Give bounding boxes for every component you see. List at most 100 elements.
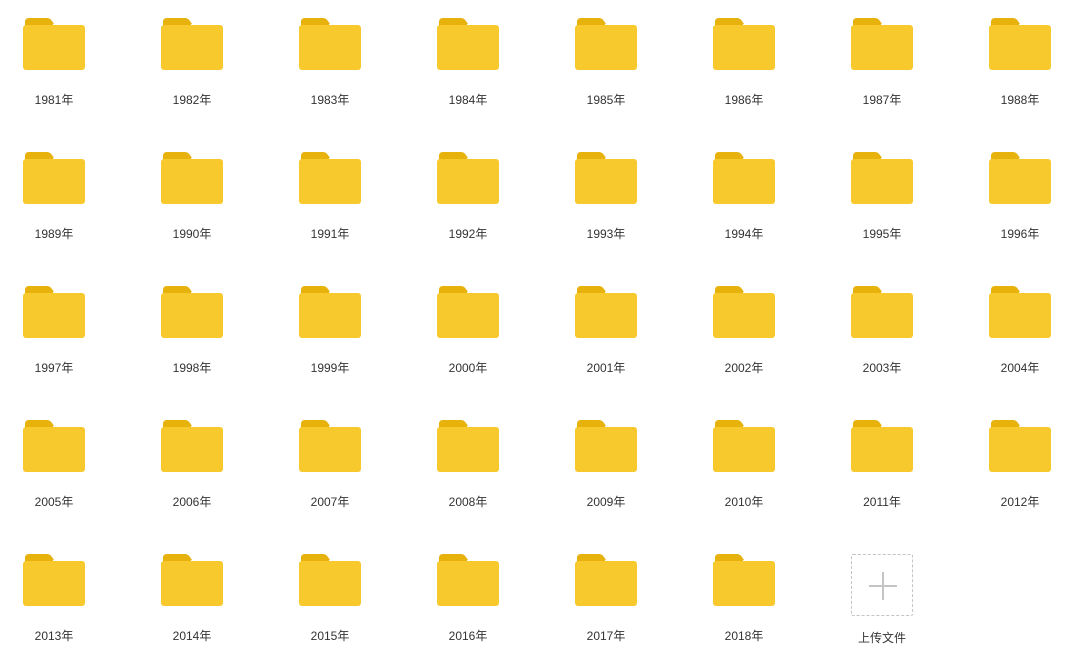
folder-item[interactable]: 1987年 (822, 3, 942, 123)
folder-label: 2013年 (34, 629, 74, 643)
folder-label: 2000年 (448, 361, 488, 375)
folder-label: 1989年 (34, 227, 74, 241)
folder-item[interactable]: 2017年 (546, 539, 666, 659)
folder-item[interactable]: 2013年 (0, 539, 114, 659)
folder-item[interactable]: 2000年 (408, 271, 528, 391)
folder-item[interactable]: 2010年 (684, 405, 804, 525)
upload-dropzone[interactable] (851, 554, 913, 616)
folder-label: 1993年 (586, 227, 626, 241)
folder-icon (437, 152, 499, 204)
folder-item[interactable]: 2015年 (270, 539, 390, 659)
folder-label: 1986年 (724, 93, 764, 107)
folder-item[interactable]: 2007年 (270, 405, 390, 525)
folder-icon (989, 152, 1051, 204)
folder-label: 1988年 (1000, 93, 1040, 107)
folder-label: 2003年 (862, 361, 902, 375)
upload-label: 上传文件 (857, 631, 906, 645)
folder-icon (299, 152, 361, 204)
folder-label: 1985年 (586, 93, 626, 107)
folder-item[interactable]: 1988年 (960, 3, 1080, 123)
folder-icon (437, 286, 499, 338)
folder-icon (575, 286, 637, 338)
folder-label: 2009年 (586, 495, 626, 509)
folder-icon (437, 420, 499, 472)
folder-icon (851, 18, 913, 70)
folder-item[interactable]: 1999年 (270, 271, 390, 391)
folder-item[interactable]: 1993年 (546, 137, 666, 257)
folder-label: 1984年 (448, 93, 488, 107)
folder-label: 2018年 (724, 629, 764, 643)
folder-item[interactable]: 1998年 (132, 271, 252, 391)
folder-item[interactable]: 2005年 (0, 405, 114, 525)
folder-icon (299, 420, 361, 472)
folder-label: 2012年 (1000, 495, 1040, 509)
folder-label: 2002年 (724, 361, 764, 375)
folder-item[interactable]: 1982年 (132, 3, 252, 123)
folder-icon (23, 18, 85, 70)
folder-icon (299, 286, 361, 338)
folder-icon (23, 286, 85, 338)
folder-item[interactable]: 2016年 (408, 539, 528, 659)
folder-icon (437, 554, 499, 606)
folder-item[interactable]: 2004年 (960, 271, 1080, 391)
folder-item[interactable]: 1990年 (132, 137, 252, 257)
folder-item[interactable]: 1985年 (546, 3, 666, 123)
folder-label: 1998年 (172, 361, 212, 375)
folder-item[interactable]: 2001年 (546, 271, 666, 391)
folder-label: 2005年 (34, 495, 74, 509)
folder-icon (161, 152, 223, 204)
folder-icon (851, 286, 913, 338)
folder-label: 1983年 (310, 93, 350, 107)
folder-icon (161, 286, 223, 338)
folder-icon (713, 286, 775, 338)
folder-item[interactable]: 1994年 (684, 137, 804, 257)
folder-label: 1994年 (724, 227, 764, 241)
folder-item[interactable]: 2012年 (960, 405, 1080, 525)
folder-icon (713, 554, 775, 606)
folder-item[interactable]: 1992年 (408, 137, 528, 257)
folder-item[interactable]: 1984年 (408, 3, 528, 123)
folder-item[interactable]: 1996年 (960, 137, 1080, 257)
folder-label: 1996年 (1000, 227, 1040, 241)
folder-item[interactable]: 1986年 (684, 3, 804, 123)
folder-item[interactable]: 1981年 (0, 3, 114, 123)
folder-icon (989, 18, 1051, 70)
folder-item[interactable]: 2018年 (684, 539, 804, 659)
folder-label: 1997年 (34, 361, 74, 375)
folder-label: 1987年 (862, 93, 902, 107)
folder-item[interactable]: 2011年 (822, 405, 942, 525)
plus-icon (869, 572, 897, 600)
folder-label: 1982年 (172, 93, 212, 107)
folder-item[interactable]: 2014年 (132, 539, 252, 659)
folder-label: 2004年 (1000, 361, 1040, 375)
folder-item[interactable]: 2008年 (408, 405, 528, 525)
folder-label: 2017年 (586, 629, 626, 643)
folder-item[interactable]: 1983年 (270, 3, 390, 123)
folder-icon (713, 18, 775, 70)
folder-item[interactable]: 1995年 (822, 137, 942, 257)
folder-icon (713, 420, 775, 472)
folder-icon (299, 554, 361, 606)
upload-file-button[interactable]: 上传文件 (822, 539, 942, 659)
folder-item[interactable]: 2006年 (132, 405, 252, 525)
folder-icon (161, 18, 223, 70)
folder-item[interactable]: 2003年 (822, 271, 942, 391)
folder-label: 2006年 (172, 495, 212, 509)
folder-icon (989, 420, 1051, 472)
folder-icon (23, 554, 85, 606)
folder-item[interactable]: 1989年 (0, 137, 114, 257)
folder-label: 2015年 (310, 629, 350, 643)
folder-icon (299, 18, 361, 70)
folder-icon (851, 152, 913, 204)
folder-label: 1990年 (172, 227, 212, 241)
folder-item[interactable]: 1997年 (0, 271, 114, 391)
file-grid: 1981年 1982年 1983年 1984年 1985年 1986年 1987年 1988年… (0, 0, 1087, 653)
folder-item[interactable]: 1991年 (270, 137, 390, 257)
folder-label: 2014年 (172, 629, 212, 643)
folder-icon (161, 420, 223, 472)
folder-item[interactable]: 2009年 (546, 405, 666, 525)
folder-icon (23, 420, 85, 472)
folder-icon (575, 420, 637, 472)
folder-label: 2008年 (448, 495, 488, 509)
folder-item[interactable]: 2002年 (684, 271, 804, 391)
